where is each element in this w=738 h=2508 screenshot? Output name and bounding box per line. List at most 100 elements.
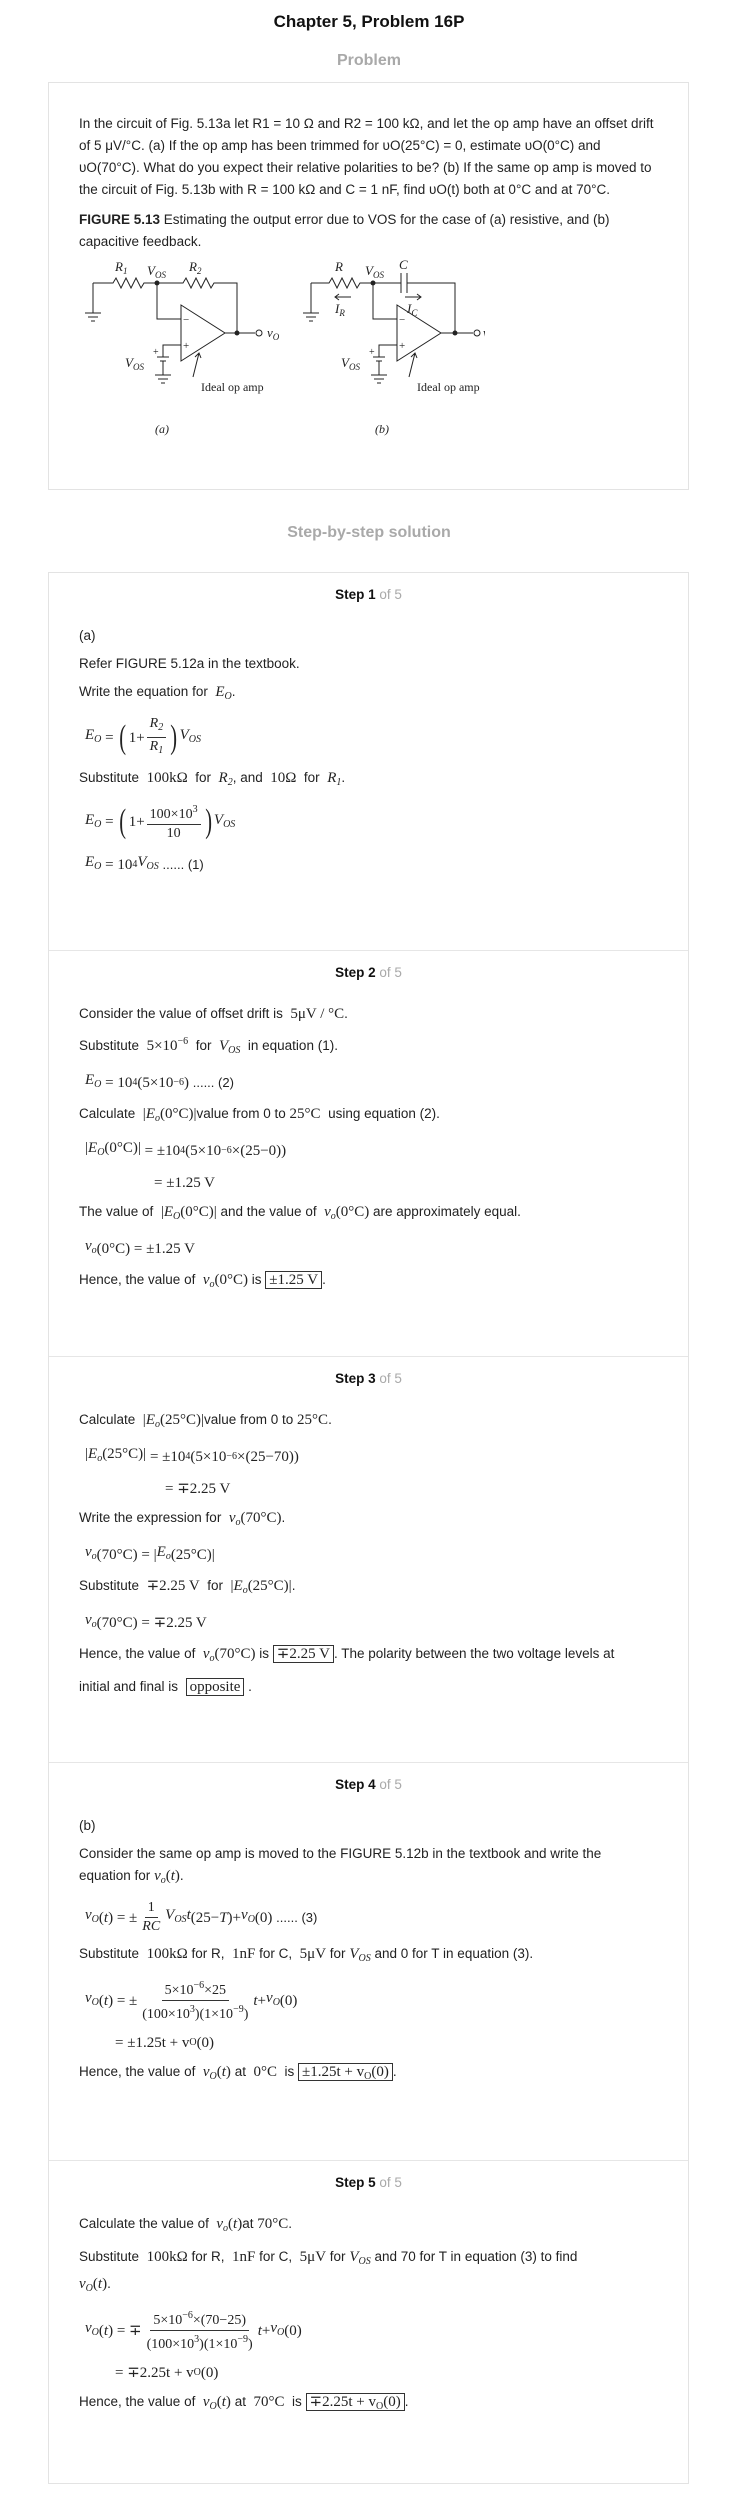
fig-a-tag: (a) (155, 422, 169, 436)
step-2-label: Step 2 (335, 965, 376, 980)
step-3: Step 3 of 5 Calculate |Eo(25°C)|value fr… (49, 1357, 688, 1763)
step-5-eq-2: = ∓2.25t + v O (0) (115, 2365, 219, 2381)
step-4-line-3: Substitute 100kΩ for R, 1nF for C, 5μV f… (79, 1946, 534, 1964)
figure-label: FIGURE 5.13 (79, 212, 161, 227)
step-3-line-3: Substitute ∓2.25 V for |Eo(25°C)|. (79, 1578, 296, 1596)
step-2-eq-2: |EO(0°C)| = ±10 4 (5×10 −6 ×(25−0)) (85, 1140, 287, 1159)
fig-a-plus-wire (162, 344, 181, 357)
step-4-answer: ±1.25t + vO(0) (298, 2063, 393, 2082)
fig-b-vos-source (371, 356, 387, 384)
step-2-line-5: Hence, the value of vo(0°C) is ±1.25 V. (79, 1271, 326, 1290)
fig-b-label-ic: IC (406, 301, 418, 318)
step-5-line-4: Hence, the value of vO(t) at 70°C is ∓2.… (79, 2393, 409, 2412)
fig-b-cap (373, 273, 456, 333)
step-2-line-3: Calculate |Eo(0°C)|value from 0 to 25°C … (79, 1106, 440, 1124)
step-2-header: Step 2 of 5 (79, 965, 658, 980)
fig-a-plus: + (183, 340, 189, 352)
fig-b-minus: − (399, 314, 405, 326)
fig-a-label-vos2: VOS (125, 355, 144, 372)
step-2-eq-3: vo (0°C) = ±1.25 V (85, 1238, 195, 1257)
fig-b-label-r: R (334, 259, 343, 274)
fig-a-src-plus: + (153, 347, 159, 358)
fig-b-label-ir: IR (334, 301, 345, 318)
circuit-figure: R1 VOS R2 vO VOS Ideal op amp (a) − + + … (85, 257, 485, 436)
fig-a-node-wire (156, 283, 181, 320)
page: Chapter 5, Problem 16P Problem In the ci… (0, 0, 738, 2508)
fig-a-r1 (93, 276, 157, 290)
problem-text: In the circuit of Fig. 5.13a let R1 = 10… (79, 116, 654, 197)
fig-a-label-r1: R1 (114, 259, 127, 276)
step-2: Step 2 of 5 Consider the value of offset… (49, 951, 688, 1357)
step-4-eq-3: = ±1.25t + v O (0) (115, 2035, 215, 2051)
fig-b-plus: + (399, 340, 405, 352)
fig-a-label-r2: R2 (188, 259, 202, 276)
fig-b-ground-left (303, 283, 319, 322)
fig-a-ground-left (85, 283, 101, 322)
step-3-eq-3: vo (70°C) = ∓2.25 V (85, 1612, 207, 1631)
solution-card: Step 1 of 5 (a) Refer FIGURE 5.12a in th… (48, 572, 689, 2484)
problem-card: In the circuit of Fig. 5.13a let R1 = 10… (48, 82, 689, 490)
fig-a-arrow (192, 352, 202, 378)
step-5-line-2: Substitute 100kΩ for R, 1nF for C, 5μV f… (79, 2249, 578, 2267)
step-3-line-4: Hence, the value of vo(70°C) is ∓2.25 V.… (79, 1645, 615, 1664)
step-3-answer: ∓2.25 V (272, 1645, 334, 1663)
fig-b-ic-arrow (405, 293, 422, 301)
step-3-answer-2: opposite (185, 1678, 245, 1696)
step-5-line-1: Calculate the value of vo(t)at 70°C. (79, 2216, 293, 2234)
step-4-line-1: Consider the same op amp is moved to the… (79, 1846, 602, 1861)
step-3-eq-1b: = ∓2.25 V (165, 1481, 231, 1497)
step-4-header: Step 4 of 5 (79, 1777, 658, 1792)
step-4-label: Step 4 (335, 1777, 376, 1792)
step-1-label: Step 1 (335, 587, 376, 602)
fig-b-label-out: vO (483, 325, 485, 342)
step-3-header: Step 3 of 5 (79, 1371, 658, 1386)
fig-b-label-c: C (399, 257, 408, 272)
fig-b-node-wire (372, 283, 397, 320)
fig-b-r (311, 276, 373, 290)
step-2-line-2: Substitute 5×10−6 for VOS in equation (1… (79, 1036, 338, 1056)
step-3-line-5: initial and final is opposite . (79, 1678, 252, 1696)
step-1-eq-2: EO = (1+ 100×103 10) VOS (85, 803, 236, 841)
fig-a-opamp-label: Ideal op amp (201, 380, 264, 394)
step-1-of: of 5 (375, 587, 402, 602)
step-3-line-1: Calculate |Eo(25°C)|value from 0 to 25°C… (79, 1412, 332, 1430)
step-1-header: Step 1 of 5 (79, 587, 658, 602)
fig-b-ir-arrow (334, 293, 351, 301)
step-1-eq-1: EO = (1+ R2 R1) VOS (85, 716, 201, 756)
step-4-eq-1: vO(t) = ±1 RC VOSt (25− T)+ vO (0) ...... (3) (85, 1900, 318, 1934)
page-title: Chapter 5, Problem 16P (273, 12, 465, 31)
step-5-label: Step 5 (335, 2175, 376, 2190)
step-1-part: (a) (79, 628, 96, 643)
step-4-of: of 5 (375, 1777, 402, 1792)
step-4-part: (b) (79, 1818, 96, 1833)
fig-a-r2 (157, 276, 238, 333)
step-2-line-1: Consider the value of offset drift is 5μ… (79, 1006, 348, 1022)
step-3-line-2: Write the expression for vo(70°C). (79, 1510, 286, 1528)
step-4-line-4: Hence, the value of vO(t) at 0°C is ±1.2… (79, 2063, 397, 2082)
step-2-eq-1: EO = 10 4 (5×10 −6) ...... (2) (85, 1072, 234, 1091)
fig-b-src-plus: + (369, 347, 375, 358)
step-1-line-2: Write the equation for EO. (79, 684, 236, 702)
step-4-line-2: equation for vo(t). (79, 1868, 184, 1886)
fig-b-opamp-label: Ideal op amp (417, 380, 480, 394)
step-5-eq-1: vO(t) = ∓ 5×10−6×(70−25) (100×103)(1×10−9)… (85, 2307, 658, 2354)
fig-b-tag: (b) (375, 422, 389, 436)
fig-a-minus: − (183, 314, 189, 326)
step-1-line-3: Substitute 100kΩ for R2, and 10Ω for R1. (79, 770, 346, 788)
step-5-answer: ∓2.25t + vO(0) (305, 2393, 405, 2412)
step-3-of: of 5 (375, 1371, 402, 1386)
step-3-eq-2: vo (70°C) = | Eo (25°C)| (85, 1544, 215, 1563)
fig-a-label-out: vO (267, 325, 280, 342)
step-4: Step 4 of 5 (b) Consider the same op amp… (49, 1763, 688, 2161)
step-3-eq-1: |Eo(25°C)| = ±10 4 (5×10 −6 ×(25−70)) (85, 1446, 299, 1465)
fig-b-label-vos: VOS (365, 263, 384, 280)
step-2-line-4: The value of |EO(0°C)| and the value of … (79, 1204, 521, 1222)
step-2-eq-2b: = ±1.25 V (154, 1175, 216, 1191)
fig-b-arrow (408, 352, 418, 378)
step-2-of: of 5 (375, 965, 402, 980)
fig-b-plus-wire (378, 344, 397, 357)
step-4-eq-2: vO(t) = ±5×10−6×25 (100×103)(1×10−9) t + vO(… (85, 1977, 658, 2024)
problem-heading: Problem (336, 52, 401, 69)
step-1-eq-3: EO = 10 4 VOS ...... (1) (85, 854, 204, 873)
step-5-of: of 5 (375, 2175, 402, 2190)
